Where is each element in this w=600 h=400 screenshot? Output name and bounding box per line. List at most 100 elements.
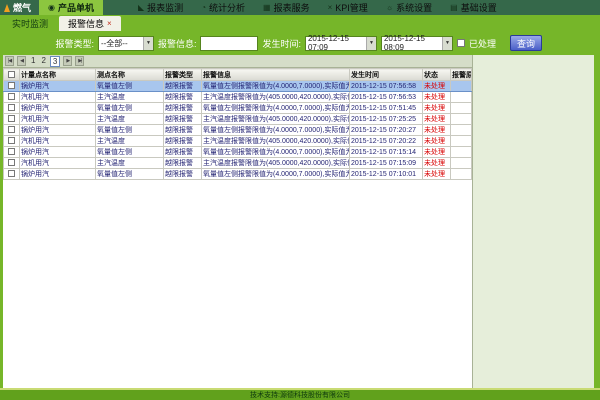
cell-point-name: 氧量值左侧 <box>96 147 164 158</box>
row-checkbox[interactable] <box>8 104 15 111</box>
chevron-down-icon[interactable]: ▼ <box>366 37 376 50</box>
cell-reason <box>451 103 472 114</box>
cell-occur-time: 2015-12-15 07:25:25 <box>350 114 423 125</box>
cell-occur-time: 2015-12-15 07:56:58 <box>350 81 423 92</box>
footer-text: 技术支持:源德科技股份有限公司 <box>250 390 350 400</box>
row-checkbox[interactable] <box>8 170 15 177</box>
pager: |◀ ◀ 1 2 3 ▶ ▶| <box>3 55 472 68</box>
content-area: |◀ ◀ 1 2 3 ▶ ▶| <box>0 55 600 388</box>
row-checkbox[interactable] <box>8 137 15 144</box>
pager-first-button[interactable]: |◀ <box>5 56 14 66</box>
top-menubar: 燃气 ◉ 产品单机 ◣ 报表监测 ◔ 统计分析 <box>0 0 600 15</box>
cell-point-name: 氧量值左侧 <box>96 169 164 180</box>
base-settings-icon: ▤ <box>450 4 458 12</box>
cell-point-name: 主汽温度 <box>96 114 164 125</box>
tab-label: 实时监测 <box>12 17 48 30</box>
chart-icon: ◣ <box>138 4 144 12</box>
right-edge-strip <box>594 55 600 388</box>
menubar-items: ◉ 产品单机 ◣ 报表监测 ◔ 统计分析 ▦ 报表服务 <box>39 0 506 15</box>
cell-alarm-type: 越限报警 <box>164 81 202 92</box>
handled-checkbox[interactable] <box>457 39 465 47</box>
table-row[interactable]: 汽机用汽 主汽温度 越限报警 主汽温度报警限值为(405.0000,420.00… <box>4 158 472 169</box>
time-to-input[interactable]: 2015-12-15 08:09 ▼ <box>381 36 453 51</box>
table-row[interactable]: 汽机用汽 主汽温度 越限报警 主汽温度报警限值为(405.0000,420.00… <box>4 136 472 147</box>
time-from-input[interactable]: 2015-12-15 07:09 ▼ <box>305 36 377 51</box>
cell-metering-point: 锅炉用汽 <box>20 169 96 180</box>
cell-occur-time: 2015-12-15 07:10:01 <box>350 169 423 180</box>
chevron-down-icon[interactable]: ▼ <box>143 37 153 50</box>
cell-alarm-type: 越限报警 <box>164 169 202 180</box>
table-row[interactable]: 汽机用汽 主汽温度 越限报警 主汽温度报警限值为(405.0000,420.00… <box>4 114 472 125</box>
tab[interactable]: 报警信息 × <box>59 16 121 31</box>
tab[interactable]: 实时监测 × <box>3 16 57 31</box>
cell-alarm-type: 越限报警 <box>164 147 202 158</box>
pager-prev-button[interactable]: ◀ <box>17 56 26 66</box>
row-checkbox[interactable] <box>8 126 15 133</box>
menubar-item-label: 系统设置 <box>396 1 432 14</box>
table-row[interactable]: 锅炉用汽 氧量值左侧 越限报警 氧量值左侧报警限值为(4.0000,7.0000… <box>4 103 472 114</box>
table-row[interactable]: 锅炉用汽 氧量值左侧 越限报警 氧量值左侧报警限值为(4.0000,7.0000… <box>4 81 472 92</box>
table-row[interactable]: 锅炉用汽 氧量值左侧 越限报警 氧量值左侧报警限值为(4.0000,7.0000… <box>4 169 472 180</box>
chevron-down-icon[interactable]: ▼ <box>442 37 452 50</box>
cell-reason <box>451 136 472 147</box>
alarm-table-area: |◀ ◀ 1 2 3 ▶ ▶| <box>3 55 472 388</box>
kpi-icon: × <box>328 4 333 12</box>
menubar-item[interactable]: ◉ 产品单机 <box>39 0 103 15</box>
row-checkbox[interactable] <box>8 148 15 155</box>
alarm-type-value: --全部-- <box>101 38 128 49</box>
pager-page[interactable]: 2 <box>39 56 47 67</box>
menubar-item[interactable]: ◣ 报表监测 <box>129 0 192 15</box>
cell-occur-time: 2015-12-15 07:20:27 <box>350 125 423 136</box>
alarm-info-input[interactable] <box>200 36 258 51</box>
alarm-type-select[interactable]: --全部-- ▼ <box>98 36 154 51</box>
menubar-item[interactable]: ◔ 统计分析 <box>192 0 254 15</box>
cell-alarm-type: 越限报警 <box>164 103 202 114</box>
pager-last-button[interactable]: ▶| <box>75 56 84 66</box>
cell-metering-point: 锅炉用汽 <box>20 147 96 158</box>
menubar-item[interactable]: ▦ 报表服务 <box>254 0 319 15</box>
row-checkbox[interactable] <box>8 115 15 122</box>
footer-bar: 技术支持:源德科技股份有限公司 <box>0 388 600 400</box>
menubar-item-label: 报表监测 <box>147 1 183 14</box>
tab-label: 报警信息 <box>68 17 104 30</box>
cell-alarm-type: 越限报警 <box>164 92 202 103</box>
menubar-item[interactable]: ☼ 系统设置 <box>377 0 441 15</box>
menubar-item[interactable]: × KPI管理 <box>319 0 377 15</box>
table-row[interactable]: 锅炉用汽 氧量值左侧 越限报警 氧量值左侧报警限值为(4.0000,7.0000… <box>4 125 472 136</box>
cell-reason <box>451 81 472 92</box>
menubar-item-label: KPI管理 <box>335 1 368 14</box>
product-icon: ◉ <box>48 4 55 12</box>
menubar-item[interactable]: ▤ 基础设置 <box>441 0 506 15</box>
pager-page[interactable]: 1 <box>29 56 37 67</box>
column-header: 报警原因 <box>451 69 472 81</box>
app-window: 燃气 ◉ 产品单机 ◣ 报表监测 ◔ 统计分析 <box>0 0 600 400</box>
app-logo-label: 燃气 <box>13 1 31 14</box>
time-from-value: 2015-12-15 07:09 <box>308 34 366 52</box>
select-all-header-cell <box>4 69 20 81</box>
row-checkbox[interactable] <box>8 93 15 100</box>
pager-next-button[interactable]: ▶ <box>63 56 72 66</box>
table-row[interactable]: 汽机用汽 主汽温度 越限报警 主汽温度报警限值为(405.0000,420.00… <box>4 92 472 103</box>
query-button[interactable]: 查询 <box>510 35 542 51</box>
cell-occur-time: 2015-12-15 07:15:14 <box>350 147 423 158</box>
row-checkbox[interactable] <box>8 159 15 166</box>
app-logo: 燃气 <box>0 1 39 14</box>
row-checkbox[interactable] <box>8 82 15 89</box>
flame-icon <box>4 4 10 12</box>
cell-point-name: 氧量值左侧 <box>96 103 164 114</box>
cell-metering-point: 汽机用汽 <box>20 158 96 169</box>
select-all-checkbox[interactable] <box>8 71 15 78</box>
tab-close-icon[interactable]: × <box>107 20 112 28</box>
cell-alarm-type: 越限报警 <box>164 136 202 147</box>
table-row[interactable]: 锅炉用汽 氧量值左侧 越限报警 氧量值左侧报警限值为(4.0000,7.0000… <box>4 147 472 158</box>
pager-pages: 1 2 3 <box>29 56 60 67</box>
column-header: 发生时间 <box>350 69 423 81</box>
pager-page[interactable]: 3 <box>50 56 60 67</box>
menubar-item-label: 产品单机 <box>58 1 94 14</box>
cell-status: 未处理 <box>423 158 451 169</box>
cell-occur-time: 2015-12-15 07:20:22 <box>350 136 423 147</box>
menubar-item-label: 统计分析 <box>209 1 245 14</box>
cell-metering-point: 汽机用汽 <box>20 136 96 147</box>
cell-status: 未处理 <box>423 114 451 125</box>
alarm-type-label: 报警类型: <box>55 37 94 50</box>
